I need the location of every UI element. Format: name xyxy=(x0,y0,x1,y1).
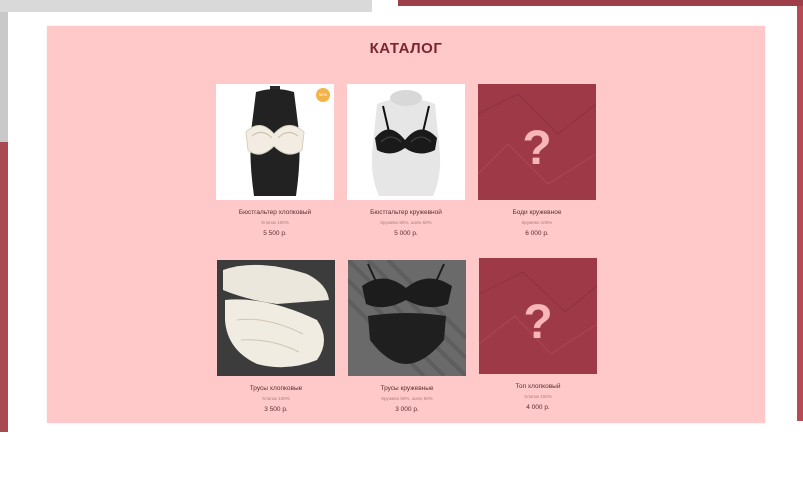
product-image-cotton-bra[interactable]: NEW xyxy=(216,84,334,200)
catalog-title: КАТАЛОГ xyxy=(369,40,443,57)
product-card[interactable]: ? Топ хлопковый Хлопок 100% 4 000 р. xyxy=(479,258,597,412)
product-price: 6 000 р. xyxy=(525,230,549,237)
product-name[interactable]: Бюстгальтер кружевной xyxy=(347,209,465,217)
product-composition: Хлопок 100% xyxy=(262,396,290,401)
product-price: 4 000 р. xyxy=(526,404,550,411)
product-card[interactable]: Бюстгальтер кружевной Кружево 50%, шелк … xyxy=(347,84,465,238)
product-name[interactable]: Бюстгальтер хлопковый xyxy=(216,209,334,217)
question-mark-icon: ? xyxy=(522,122,551,175)
product-composition: Кружево 50%, шелк 50% xyxy=(380,220,432,225)
product-name[interactable]: Топ хлопковый xyxy=(479,383,597,391)
product-composition: Кружево 50%, шелк 50% xyxy=(381,396,433,401)
background-strip xyxy=(797,6,803,421)
product-image-lace-set[interactable] xyxy=(348,260,466,376)
background-strip xyxy=(0,0,372,12)
product-card[interactable]: ? Боди кружевное Кружево 100% 6 000 р. xyxy=(478,84,596,238)
product-price: 3 000 р. xyxy=(395,406,419,413)
question-mark-icon: ? xyxy=(523,296,552,349)
product-price: 5 500 р. xyxy=(263,230,287,237)
product-image-placeholder[interactable]: ? xyxy=(478,84,596,200)
new-badge: NEW xyxy=(316,88,330,102)
product-price: 5 000 р. xyxy=(394,230,418,237)
product-name[interactable]: Трусы хлопковые xyxy=(217,385,335,393)
product-image-lace-bra[interactable] xyxy=(347,84,465,200)
product-image-cotton-briefs[interactable] xyxy=(217,260,335,376)
product-composition: Кружево 100% xyxy=(521,220,553,225)
product-image-placeholder[interactable]: ? xyxy=(479,258,597,374)
product-composition: Хлопок 100% xyxy=(524,394,552,399)
product-price: 3 500 р. xyxy=(264,406,288,413)
product-card[interactable]: Трусы хлопковые Хлопок 100% 3 500 р. xyxy=(217,260,335,414)
product-composition: Хлопок 100% xyxy=(261,220,289,225)
product-card[interactable]: NEW Бюстгальтер хлопковый Хлопок 100% 5 … xyxy=(216,84,334,238)
product-name[interactable]: Боди кружевное xyxy=(478,209,596,217)
background-strip xyxy=(398,0,803,6)
product-name[interactable]: Трусы кружевные xyxy=(348,385,466,393)
catalog-panel: КАТАЛОГ NEW Бюстгальтер хлопковый Хлопок… xyxy=(47,26,765,423)
background-strip xyxy=(0,142,8,432)
background-strip xyxy=(0,12,8,142)
product-card[interactable]: Трусы кружевные Кружево 50%, шелк 50% 3 … xyxy=(348,260,466,414)
